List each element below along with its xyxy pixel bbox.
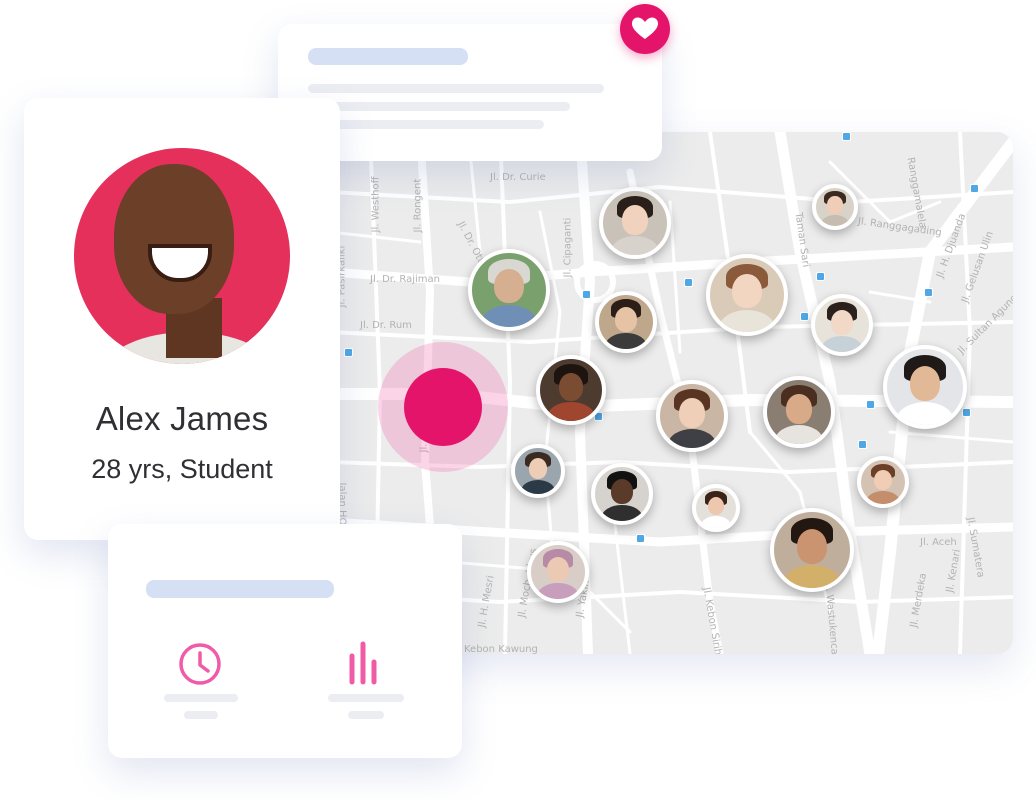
like-badge[interactable]: [620, 4, 670, 54]
nearby-user-avatar[interactable]: [595, 291, 657, 353]
nearby-user-avatar[interactable]: [763, 376, 835, 448]
nearby-user-avatar[interactable]: [706, 254, 788, 336]
street-label: Jl. Westhoff: [370, 176, 382, 233]
street-label: Jl. Dr. Rum: [360, 320, 412, 331]
map-poi-marker[interactable]: [344, 348, 353, 357]
street-label: Jl. Dr. Rajiman: [370, 274, 440, 285]
profile-details: 28 yrs, Student: [91, 454, 273, 484]
clock-icon: [179, 643, 221, 685]
bar-chart-icon: [349, 641, 377, 685]
map-poi-marker[interactable]: [962, 408, 971, 417]
street-label: Jl. Rongent: [412, 178, 424, 233]
map-poi-marker[interactable]: [816, 272, 825, 281]
map-poi-marker[interactable]: [800, 312, 809, 321]
street-label: Jl. Aceh: [920, 537, 957, 548]
nearby-user-avatar[interactable]: [857, 456, 909, 508]
map-poi-marker[interactable]: [924, 288, 933, 297]
placeholder-text-line: [184, 711, 218, 719]
nearby-user-avatar[interactable]: [692, 484, 740, 532]
placeholder-text-line: [308, 120, 544, 129]
placeholder-title-bar: [146, 580, 334, 598]
map-poi-marker[interactable]: [684, 278, 693, 287]
heart-icon: [632, 17, 658, 39]
street-label: Jl. Dr. Curie: [490, 172, 546, 183]
nearby-user-avatar[interactable]: [468, 249, 550, 331]
map-poi-marker[interactable]: [842, 132, 851, 141]
street-label: Jl. Cipaganti: [562, 217, 574, 278]
street-label: Kebon Kawung: [464, 644, 538, 654]
placeholder-text-line: [348, 711, 384, 719]
map-poi-marker[interactable]: [858, 440, 867, 449]
placeholder-title-bar: [308, 48, 468, 65]
map-poi-marker[interactable]: [636, 534, 645, 543]
nearby-user-avatar[interactable]: [591, 463, 653, 525]
map-poi-marker[interactable]: [970, 184, 979, 193]
nearby-user-avatar[interactable]: [599, 187, 671, 259]
profile-name: Alex James: [95, 400, 269, 437]
profile-avatar: [74, 148, 290, 364]
nearby-user-avatar[interactable]: [883, 345, 967, 429]
placeholder-text-line: [328, 694, 404, 702]
placeholder-text-line: [308, 84, 604, 93]
nearby-user-avatar[interactable]: [770, 508, 854, 592]
placeholder-text-line: [308, 102, 570, 111]
map-poi-marker[interactable]: [582, 290, 591, 299]
profile-card[interactable]: Alex James 28 yrs, Student: [24, 98, 340, 540]
nearby-user-avatar[interactable]: [811, 294, 873, 356]
nearby-user-avatar[interactable]: [536, 355, 606, 425]
nearby-user-avatar[interactable]: [812, 184, 858, 230]
placeholder-text-line: [164, 694, 238, 702]
nearby-user-avatar[interactable]: [511, 444, 565, 498]
nearby-user-avatar[interactable]: [656, 380, 728, 452]
stats-card[interactable]: [108, 524, 462, 758]
map-poi-marker[interactable]: [866, 400, 875, 409]
user-location-dot[interactable]: [404, 368, 482, 446]
nearby-user-avatar[interactable]: [527, 541, 589, 603]
